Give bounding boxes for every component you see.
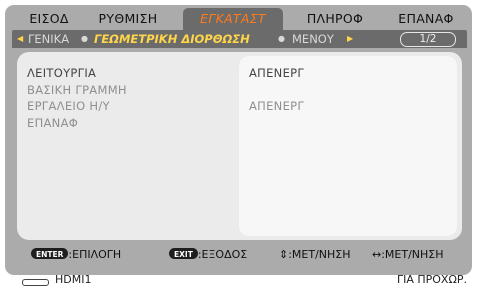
tab-input[interactable]: ΕΙΣΟΔ	[18, 8, 80, 30]
help-bar: ENTER:ΕΠΙΛΟΓΗ EXIT:ΕΞΟΔΟΣ ⇕:ΜΕΤ/ΝΗΣΗ ↔:Μ…	[17, 248, 467, 262]
tab-setup[interactable]: ΡΥΘΜΙΣΗ	[90, 8, 166, 30]
menu-item-baseline-label: ΒΑΣΙΚΗ ΓΡΑΜΜΗ	[27, 83, 127, 97]
subtab-menu[interactable]: ΜΕΝΟΥ	[292, 30, 334, 48]
menu-item-reset-label: ΕΠΑΝΑΦ	[27, 116, 79, 130]
enter-key-icon: ENTER	[31, 248, 69, 259]
help-exit-text: :ΕΞΟΔΟΣ	[197, 248, 248, 261]
tab-installation[interactable]: ΕΓΚΑΤΑΣΤ	[183, 8, 283, 30]
menu-item-mode-label[interactable]: ΛΕΙΤΟΥΡΓΙΑ	[27, 66, 96, 80]
help-updown-text: ⇕:ΜΕΤ/ΝΗΣΗ	[279, 248, 351, 261]
tab-reset[interactable]: ΕΠΑΝΑΦ	[387, 8, 465, 30]
tab-info[interactable]: ΠΛΗΡΟΦ	[297, 8, 373, 30]
projector-osd-menu: ΕΙΣΟΔ ΡΥΘΜΙΣΗ ΕΓΚΑΤΑΣΤ ΠΛΗΡΟΦ ΕΠΑΝΑΦ ◀ Γ…	[0, 0, 477, 287]
right-arrow-icon[interactable]: ▶	[347, 30, 353, 48]
hdmi-icon	[22, 279, 49, 286]
exit-key-icon: EXIT	[169, 248, 198, 259]
left-arrow-icon[interactable]: ◀	[17, 30, 23, 48]
help-enter: ENTER:ΕΠΙΛΟΓΗ	[31, 248, 121, 262]
sub-tab-bar: ◀ ΓΕΝΙΚΑ ● ΓΕΩΜΕΤΡΙΚΗ ΔΙΟΡΘΩΣΗ ● ΜΕΝΟΥ ▶…	[12, 30, 467, 48]
menu-item-mode-value[interactable]: ΑΠΕΝΕΡΓ	[249, 66, 304, 80]
menu-item-pc-tool-label: ΕΡΓΑΛΕΙΟ Η/Υ	[27, 99, 110, 113]
subtab-geometric-correction[interactable]: ΓΕΩΜΕΤΡΙΚΗ ΔΙΟΡΘΩΣΗ	[94, 30, 250, 48]
status-text: ΓΙΑ ΠΡΟΧΩΡ.	[396, 273, 467, 286]
menu-item-pc-tool-value: ΑΠΕΝΕΡΓ	[249, 99, 305, 113]
page-indicator: 1/2	[400, 32, 456, 47]
help-leftright-text: ↔:ΜΕΤ/ΝΗΣΗ	[372, 248, 444, 261]
help-enter-text: :ΕΠΙΛΟΓΗ	[68, 248, 122, 261]
separator-dot-icon: ●	[278, 34, 285, 43]
main-tab-bar: ΕΙΣΟΔ ΡΥΘΜΙΣΗ ΕΓΚΑΤΑΣΤ ΠΛΗΡΟΦ ΕΠΑΝΑΦ	[12, 8, 470, 30]
menu-panel: ΛΕΙΤΟΥΡΓΙΑ ΑΠΕΝΕΡΓ ΒΑΣΙΚΗ ΓΡΑΜΜΗ ΕΡΓΑΛΕΙ…	[17, 52, 462, 240]
input-source: HDMI1	[55, 273, 92, 286]
value-column	[239, 56, 457, 236]
subtab-general[interactable]: ΓΕΝΙΚΑ	[28, 30, 69, 48]
help-exit: EXIT:ΕΞΟΔΟΣ	[169, 248, 247, 262]
separator-dot-icon: ●	[81, 34, 88, 43]
